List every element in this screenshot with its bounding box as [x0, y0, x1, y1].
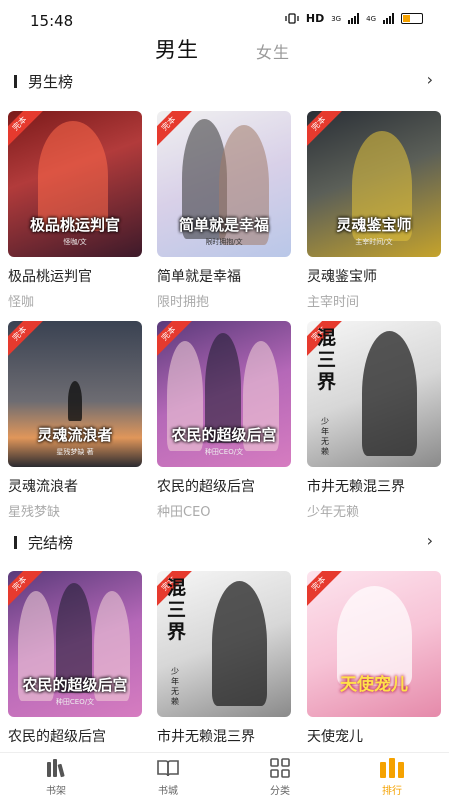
- book-title[interactable]: 农民的超级后宫: [8, 726, 142, 746]
- cover-title: 简单就是幸福: [178, 216, 269, 234]
- book-author: 少年无赖: [307, 505, 360, 520]
- nav-label: 书城: [158, 786, 178, 797]
- section-title: 完结榜: [28, 534, 74, 552]
- book-author: 主宰时间: [307, 295, 360, 310]
- gender-tabs: 男生 女生: [0, 34, 449, 64]
- cover-title: 灵魂流浪者: [37, 426, 113, 444]
- network-4g-label: 4G: [366, 14, 376, 23]
- finished-ribbon: 完本: [307, 571, 344, 609]
- finished-ribbon: 完本: [8, 321, 45, 359]
- book-title[interactable]: 极品桃运判官: [8, 266, 142, 286]
- book-title[interactable]: 市井无赖混三界: [307, 476, 441, 496]
- book-card[interactable]: 完本 极品桃运判官 怪咖/文 极品桃运判官 怪咖: [8, 111, 142, 310]
- book-card[interactable]: 完本 农民的超级后宫 种田CEO/文 农民的超级后宫: [8, 571, 142, 746]
- book-author: 限时拥抱: [157, 295, 210, 310]
- cover-title: 天使宠儿: [340, 675, 408, 695]
- book-author: 怪咖: [8, 295, 35, 310]
- bookshelf-icon: [47, 759, 65, 778]
- tab-male[interactable]: 男生: [155, 34, 199, 64]
- chevron-right-icon[interactable]: ›: [427, 531, 433, 550]
- nav-category[interactable]: 分类: [250, 757, 310, 797]
- cover-title: 灵魂鉴宝师: [336, 216, 412, 234]
- section-title: 男生榜: [28, 73, 74, 91]
- chevron-right-icon[interactable]: ›: [427, 70, 433, 89]
- book-card[interactable]: 完本 农民的超级后宫 种田CEO/文 农民的超级后宫 种田CEO: [157, 321, 291, 520]
- grid-icon: [270, 758, 290, 778]
- cover-author: 怪咖/文: [63, 238, 87, 246]
- book-title[interactable]: 农民的超级后宫: [157, 476, 291, 496]
- book-cover[interactable]: 完本 极品桃运判官 怪咖/文: [8, 111, 142, 257]
- section-header-male-rank[interactable]: 男生榜 ›: [0, 70, 449, 94]
- book-cover[interactable]: 完本 混三界 少年无赖: [307, 321, 441, 467]
- finished-ribbon: 完本: [8, 111, 45, 149]
- book-card[interactable]: 完本 天使宠儿 天使宠儿: [307, 571, 441, 746]
- book-title[interactable]: 灵魂流浪者: [8, 476, 142, 496]
- book-cover[interactable]: 完本 灵魂流浪者 星残梦缺 著: [8, 321, 142, 467]
- book-title[interactable]: 市井无赖混三界: [157, 726, 291, 746]
- book-cover[interactable]: 完本 混三界 少年无赖: [157, 571, 291, 717]
- signal-icon: [348, 13, 360, 24]
- book-card[interactable]: 完本 灵魂流浪者 星残梦缺 著 灵魂流浪者 星残梦缺: [8, 321, 142, 520]
- cover-author: 限时拥抱/文: [205, 238, 243, 246]
- book-card[interactable]: 完本 混三界 少年无赖 市井无赖混三界: [157, 571, 291, 746]
- bottom-nav: 书架 书城 分类 排行: [0, 752, 449, 799]
- hd-label: HD: [305, 12, 325, 25]
- book-card[interactable]: 完本 混三界 少年无赖 市井无赖混三界 少年无赖: [307, 321, 441, 520]
- book-title[interactable]: 灵魂鉴宝师: [307, 266, 441, 286]
- nav-bookshelf[interactable]: 书架: [26, 757, 86, 797]
- cover-title: 农民的超级后宫: [171, 426, 277, 444]
- cover-author: 星残梦缺 著: [56, 448, 94, 456]
- book-card[interactable]: 完本 简单就是幸福 限时拥抱/文 简单就是幸福 限时拥抱: [157, 111, 291, 310]
- book-cover[interactable]: 完本 灵魂鉴宝师 主宰时间/文: [307, 111, 441, 257]
- battery-icon: [401, 13, 423, 24]
- cover-title: 极品桃运判官: [29, 216, 120, 234]
- section-header-finished-rank[interactable]: 完结榜 ›: [0, 531, 449, 555]
- ranking-icon: [380, 758, 404, 778]
- nav-label: 分类: [270, 786, 290, 797]
- nav-bookstore[interactable]: 书城: [138, 757, 198, 797]
- nav-label: 书架: [46, 786, 66, 797]
- cover-author: 种田CEO/文: [55, 698, 95, 706]
- network-3g-label: 3G: [331, 14, 342, 23]
- vibrate-icon: [285, 13, 299, 24]
- signal-icon-2: [383, 13, 394, 24]
- book-open-icon: [157, 760, 179, 777]
- status-time: 15:48: [30, 12, 74, 30]
- cover-title: 农民的超级后宫: [22, 676, 128, 694]
- book-card[interactable]: 完本 灵魂鉴宝师 主宰时间/文 灵魂鉴宝师 主宰时间: [307, 111, 441, 310]
- finished-ribbon: 完本: [307, 111, 344, 149]
- tab-female[interactable]: 女生: [256, 39, 290, 63]
- section-marker: [14, 536, 17, 549]
- book-title[interactable]: 天使宠儿: [307, 726, 441, 746]
- book-author: 星残梦缺: [8, 505, 61, 520]
- book-cover[interactable]: 完本 农民的超级后宫 种田CEO/文: [8, 571, 142, 717]
- nav-ranking[interactable]: 排行: [362, 757, 422, 797]
- book-cover[interactable]: 完本 简单就是幸福 限时拥抱/文: [157, 111, 291, 257]
- cover-author: 少年无赖: [321, 417, 329, 456]
- book-author: 种田CEO: [157, 505, 211, 520]
- cover-title: 混三界: [317, 327, 337, 393]
- section-marker: [14, 75, 17, 88]
- status-icons: HD 3G 4G: [285, 12, 423, 25]
- cover-author: 主宰时间/文: [355, 238, 393, 246]
- book-cover[interactable]: 完本 农民的超级后宫 种田CEO/文: [157, 321, 291, 467]
- cover-author: 少年无赖: [171, 667, 179, 706]
- book-cover[interactable]: 完本 天使宠儿: [307, 571, 441, 717]
- cover-author: 种田CEO/文: [204, 448, 244, 456]
- book-title[interactable]: 简单就是幸福: [157, 266, 291, 286]
- cover-title: 混三界: [167, 577, 187, 643]
- nav-label: 排行: [382, 786, 402, 797]
